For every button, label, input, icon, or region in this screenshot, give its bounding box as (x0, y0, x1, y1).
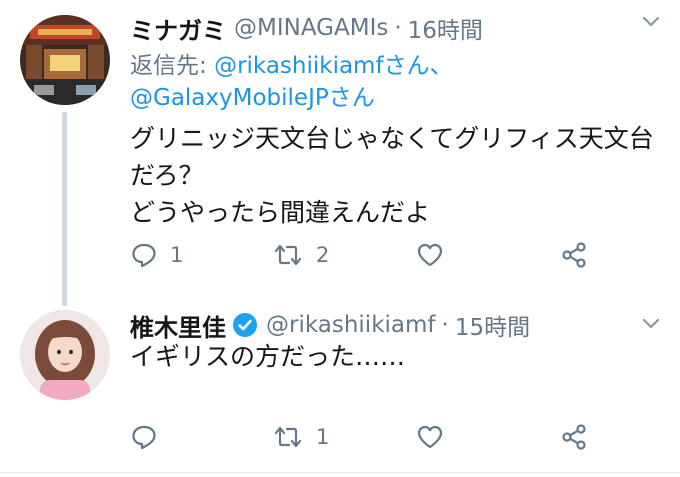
reply-button[interactable]: 1 (130, 240, 183, 270)
chevron-down-icon[interactable] (640, 10, 662, 32)
separator-dot: · (441, 312, 449, 338)
reply-mention-galaxymobilejp[interactable]: @GalaxyMobileJPさん (130, 85, 375, 111)
retweet-button[interactable]: 1 (272, 422, 329, 452)
reply-count: 1 (170, 243, 184, 267)
reply-to: 返信先: @rikashiikiamfさん、 @GalaxyMobileJPさん (130, 50, 660, 114)
avatar[interactable] (20, 15, 110, 105)
reply-icon (130, 423, 158, 451)
like-button[interactable] (416, 422, 456, 452)
share-button[interactable] (560, 422, 588, 452)
chevron-down-icon[interactable] (640, 312, 662, 334)
reply-to-label: 返信先: (130, 53, 215, 79)
heart-icon (416, 241, 444, 269)
like-button[interactable] (416, 240, 456, 270)
share-icon (560, 423, 588, 451)
verified-badge-icon (232, 312, 258, 338)
reply-icon (130, 241, 158, 269)
heart-icon (416, 423, 444, 451)
tweet-time[interactable]: 16時間 (408, 11, 483, 45)
bottom-divider (0, 472, 680, 473)
tweet-actions: 1 (130, 422, 600, 452)
retweet-icon (272, 423, 304, 451)
avatar[interactable] (20, 310, 110, 400)
share-icon (560, 241, 588, 269)
share-button[interactable] (560, 240, 588, 270)
retweet-count: 2 (316, 243, 330, 267)
user-handle[interactable]: @rikashiikiamf (266, 312, 436, 338)
user-handle[interactable]: @MINAGAMIs (234, 15, 388, 41)
reply-button[interactable] (130, 422, 170, 452)
tweet-text: イギリスの方だった…… (130, 342, 406, 371)
display-name[interactable]: ミナガミ (130, 11, 226, 46)
tweet-actions: 1 2 (130, 240, 600, 270)
retweet-count: 1 (316, 425, 330, 449)
tweet-rikashiikiamf[interactable]: 椎木里佳 @rikashiikiamf · 15時間 イギリスの方だった…… 1 (0, 300, 680, 470)
avatar-image (20, 310, 110, 400)
retweet-button[interactable]: 2 (272, 240, 329, 270)
tweet-minagami[interactable]: ミナガミ @MINAGAMIs · 16時間 返信先: @rikashiikia… (0, 0, 680, 306)
retweet-icon (272, 241, 304, 269)
reply-mention-rikashiikiamf[interactable]: @rikashiikiamfさん、 (214, 53, 453, 79)
avatar-image (20, 15, 110, 105)
thread-line (62, 112, 67, 306)
tweet-text: グリニッジ天文台じゃなくてグリフィス天文台 だろ？ どうやったら間違えんだよ (130, 124, 654, 227)
tweet-header: ミナガミ @MINAGAMIs · 16時間 (130, 8, 483, 48)
tweet-time[interactable]: 15時間 (455, 308, 530, 342)
separator-dot: · (394, 15, 402, 41)
